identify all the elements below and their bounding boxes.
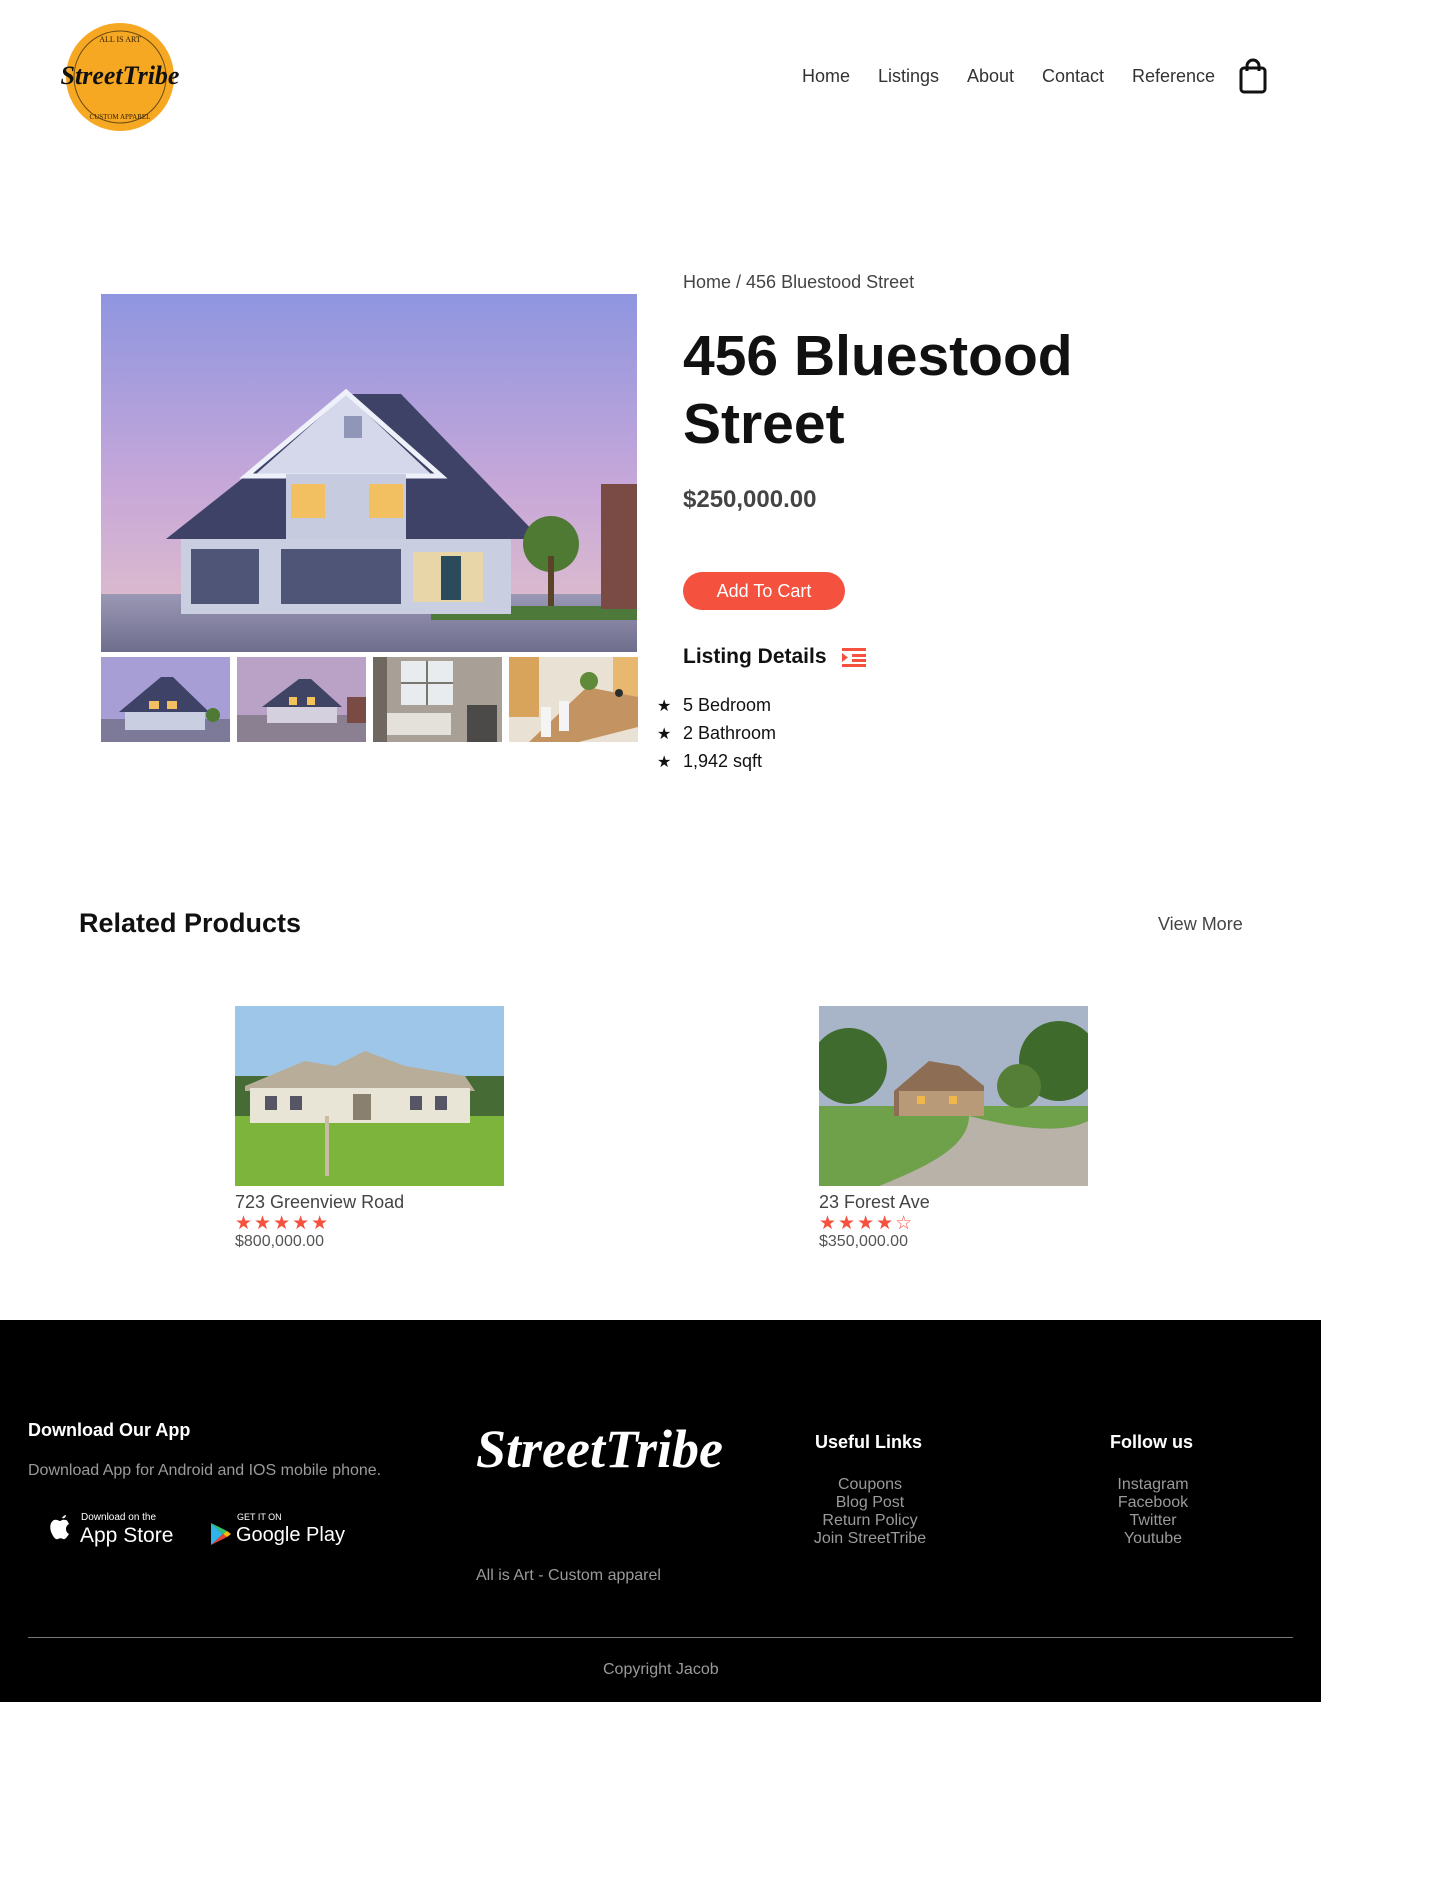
list-indent-icon [842,647,866,667]
rating-stars-icon: ★★★★☆ [819,1213,915,1234]
footer-link-facebook[interactable]: Facebook [1073,1494,1233,1512]
footer-link-blog-post[interactable]: Blog Post [790,1494,950,1512]
footer-link-return-policy[interactable]: Return Policy [790,1512,950,1530]
breadcrumb: Home / 456 Bluestood Street [683,272,914,293]
google-play-icon [211,1523,231,1545]
detail-text: 5 Bedroom [683,695,772,715]
app-store-badge[interactable]: Download on the App Store [48,1508,178,1548]
nav-about[interactable]: About [967,66,1014,87]
useful-links-list: Coupons Blog Post Return Policy Join Str… [790,1476,950,1548]
main-product-image [101,294,637,652]
detail-bathrooms: ★ 2 Bathroom [657,723,776,744]
related-products-title: Related Products [79,908,302,938]
shopping-bag-icon[interactable] [1238,58,1268,94]
listing-details-title: Listing Details [683,645,827,668]
footer-link-coupons[interactable]: Coupons [790,1476,950,1494]
detail-area: ★ 1,942 sqft [657,751,762,772]
related-card-name-1[interactable]: 723 Greenview Road [235,1192,404,1213]
footer-link-twitter[interactable]: Twitter [1073,1512,1233,1530]
app-store-big: App Store [80,1524,174,1547]
google-play-badge[interactable]: GET IT ON Google Play [210,1508,350,1548]
related-card-price-1: $800,000.00 [235,1233,324,1250]
rating-stars-icon: ★★★★★ [235,1213,331,1234]
footer-tagline: All is Art - Custom apparel [476,1567,661,1584]
apple-icon [50,1515,69,1540]
related-card-image-2[interactable] [819,1006,1088,1186]
add-to-cart-button[interactable]: Add To Cart [683,572,845,610]
breadcrumb-home[interactable]: Home [683,272,731,292]
detail-text: 2 Bathroom [683,723,777,743]
footer-link-youtube[interactable]: Youtube [1073,1530,1233,1548]
star-bullet-icon: ★ [657,754,672,771]
product-title: 456 Bluestood Street [683,324,1073,456]
detail-text: 1,942 sqft [683,751,763,771]
view-more-link[interactable]: View More [1158,914,1243,935]
star-bullet-icon: ★ [657,726,672,743]
gallery-thumb-3[interactable] [373,657,502,742]
breadcrumb-separator: / [731,272,747,292]
detail-bedrooms: ★ 5 Bedroom [657,695,771,716]
nav-contact[interactable]: Contact [1042,66,1104,87]
google-play-big: Google Play [236,1524,345,1546]
breadcrumb-current: 456 Bluestood Street [746,272,915,292]
footer-divider [28,1637,1293,1638]
useful-links-title: Useful Links [815,1432,923,1452]
logo-ring-bottom: CUSTOM APPAREL [90,113,151,121]
product-price: $250,000.00 [683,486,817,513]
main-nav: Home Listings About Contact Reference [0,66,1438,90]
related-card-image-1[interactable] [235,1006,504,1186]
logo-ring-top: ALL IS ART [99,35,141,44]
footer-link-instagram[interactable]: Instagram [1073,1476,1233,1494]
related-card-price-2: $350,000.00 [819,1233,908,1250]
follow-links-list: Instagram Facebook Twitter Youtube [1073,1476,1233,1548]
related-card-name-2[interactable]: 23 Forest Ave [819,1192,930,1213]
nav-reference[interactable]: Reference [1132,66,1215,87]
footer-app-text: Download App for Android and IOS mobile … [28,1462,382,1479]
gallery-thumb-2[interactable] [237,657,366,742]
follow-us-title: Follow us [1110,1432,1193,1452]
nav-listings[interactable]: Listings [878,66,939,87]
gallery-thumb-4[interactable] [509,657,638,742]
footer-app-title: Download Our App [28,1420,191,1440]
footer-link-join[interactable]: Join StreetTribe [790,1530,950,1548]
copyright: Copyright Jacob [603,1661,719,1678]
gallery-thumb-1[interactable] [101,657,230,742]
footer-brand-logo: StreetTribe [476,1419,723,1479]
star-bullet-icon: ★ [657,698,672,715]
nav-home[interactable]: Home [802,66,850,87]
google-play-small: GET IT ON [237,1512,282,1522]
app-store-small: Download on the [81,1512,157,1523]
